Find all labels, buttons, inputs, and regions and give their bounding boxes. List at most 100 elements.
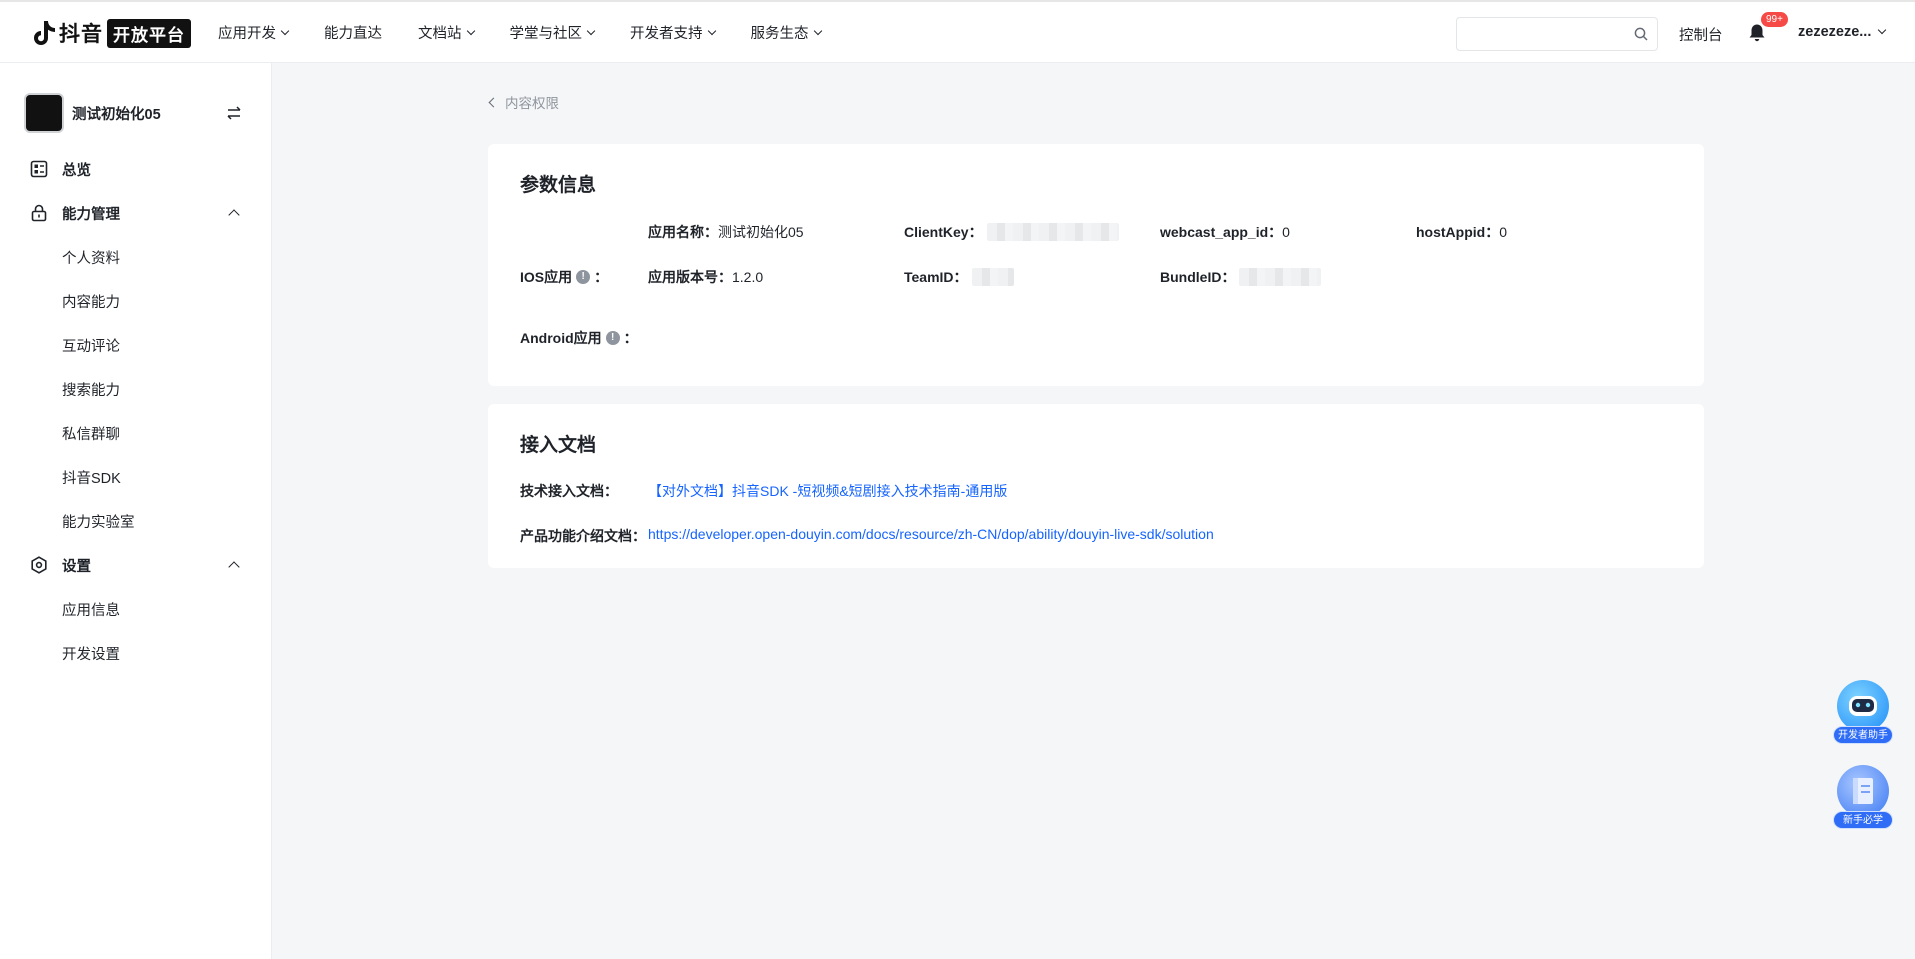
username: zezezeze...	[1798, 24, 1872, 40]
search-box	[1456, 17, 1658, 51]
nav-ecosystem[interactable]: 服务生态	[750, 22, 822, 43]
info-icon[interactable]: !	[605, 331, 620, 345]
sidebar-item-private-group-chat[interactable]: 私信群聊	[0, 411, 272, 455]
nav-app-dev[interactable]: 应用开发	[218, 22, 290, 43]
robot-icon	[1837, 680, 1889, 732]
app-header: 测试初始化05	[24, 93, 161, 133]
docs-card: 接入文档 技术接入文档： 【对外文档】抖音SDK -短视频&短剧接入技术指南-通…	[488, 404, 1704, 568]
top-navbar: 抖音 开放平台 应用开发 能力直达 文档站 学堂与社区 开发者支持 服务生态 控…	[0, 0, 1915, 63]
user-menu[interactable]: zezezeze...	[1798, 24, 1887, 40]
sidebar-group-label: 设置	[62, 558, 91, 575]
developer-assistant-button[interactable]: 开发者助手	[1833, 680, 1893, 750]
search-icon[interactable]	[1634, 27, 1648, 41]
webcast-field: webcast_app_id： 0	[1160, 222, 1290, 242]
nav-dev-support[interactable]: 开发者支持	[630, 22, 716, 43]
sidebar-group-label: 能力管理	[62, 206, 120, 223]
sidebar-menu: 总览 能力管理 个人资料 内容能力 互动评论 搜索能力 私信群聊 抖音SDK 能…	[0, 147, 272, 675]
chevron-down-icon	[280, 26, 290, 35]
settings-icon	[31, 556, 47, 574]
newbie-label: 新手必学	[1833, 811, 1893, 829]
app-name-value: 测试初始化05	[718, 224, 804, 240]
sidebar-item-app-info[interactable]: 应用信息	[0, 587, 272, 631]
teamid-value-redacted	[971, 268, 1014, 286]
sidebar-item-comments[interactable]: 互动评论	[0, 323, 272, 367]
nav-academy[interactable]: 学堂与社区	[509, 22, 596, 43]
console-link[interactable]: 控制台	[1679, 24, 1723, 45]
main-nav: 应用开发 能力直达 文档站 学堂与社区 开发者支持 服务生态	[218, 2, 857, 63]
tech-doc-field: 技术接入文档：	[520, 481, 618, 501]
nav-docs[interactable]: 文档站	[418, 22, 475, 43]
clientkey-label: ClientKey：	[904, 224, 983, 240]
hostappid-field: hostAppid： 0	[1416, 222, 1507, 242]
switch-app-icon[interactable]	[226, 106, 242, 120]
clientkey-field: ClientKey：	[904, 222, 1119, 242]
chevron-down-icon	[466, 26, 475, 35]
sidebar-item-search-ability[interactable]: 搜索能力	[0, 367, 272, 411]
sidebar-item-overview[interactable]: 总览	[0, 147, 272, 191]
version-label: 应用版本号：	[648, 269, 732, 285]
app-name-field: 应用名称： 测试初始化05	[648, 222, 804, 242]
nav-label: 开发者支持	[630, 26, 703, 42]
clientkey-value-redacted	[986, 223, 1119, 241]
sidebar-item-profile[interactable]: 个人资料	[0, 235, 272, 279]
product-doc-field: 产品功能介绍文档：	[520, 526, 646, 546]
webcast-label: webcast_app_id：	[1160, 224, 1283, 240]
sidebar-item-content-ability[interactable]: 内容能力	[0, 279, 272, 323]
bell-icon[interactable]	[1748, 23, 1766, 43]
teamid-label: TeamID：	[904, 269, 968, 285]
douyin-note-icon	[34, 21, 55, 45]
newbie-guide-button[interactable]: 新手必学	[1833, 765, 1893, 835]
hostappid-value: 0	[1499, 224, 1508, 240]
params-title: 参数信息	[520, 175, 597, 196]
app-name-label: 应用名称：	[648, 224, 718, 240]
search-input[interactable]	[1457, 18, 1617, 50]
sidebar-item-lab[interactable]: 能力实验室	[0, 499, 272, 543]
nav-label: 服务生态	[750, 26, 809, 42]
version-value: 1.2.0	[732, 269, 764, 285]
sidebar-group-settings[interactable]: 设置	[0, 543, 272, 587]
bundleid-field: BundleID：	[1160, 267, 1322, 287]
nav-label: 能力直达	[324, 26, 382, 42]
sidebar-item-label: 总览	[62, 162, 91, 179]
douyin-open-platform-logo[interactable]: 抖音 开放平台	[30, 18, 191, 48]
sidebar-item-douyin-sdk[interactable]: 抖音SDK	[0, 455, 272, 499]
chevron-down-icon	[1878, 25, 1887, 35]
chevron-down-icon	[586, 26, 596, 35]
ios-label: IOS应用	[520, 269, 573, 285]
chevron-down-icon	[813, 26, 822, 35]
params-card: 参数信息 应用名称： 测试初始化05 ClientKey： webcast_ap…	[488, 144, 1704, 386]
sidebar-item-dev-settings[interactable]: 开发设置	[0, 631, 272, 675]
product-doc-label: 产品功能介绍文档：	[520, 528, 646, 544]
tech-doc-link[interactable]: 【对外文档】抖音SDK -短视频&短剧接入技术指南-通用版	[648, 481, 1007, 501]
sidebar-group-ability-management[interactable]: 能力管理	[0, 191, 272, 235]
tech-doc-label: 技术接入文档：	[520, 483, 618, 499]
bundleid-value-redacted	[1239, 268, 1322, 286]
android-label-field: Android应用 ! ：	[520, 328, 638, 348]
chevron-left-icon	[488, 97, 499, 107]
nav-label: 应用开发	[218, 26, 276, 42]
version-field: 应用版本号： 1.2.0	[648, 267, 763, 287]
webcast-value: 0	[1282, 224, 1290, 240]
app-avatar	[24, 93, 64, 133]
breadcrumb-label: 内容权限	[505, 96, 559, 111]
book-shape-icon	[1853, 778, 1873, 804]
assistant-label: 开发者助手	[1833, 726, 1893, 744]
app-name: 测试初始化05	[72, 106, 161, 123]
nav-ability[interactable]: 能力直达	[324, 22, 382, 43]
robot-face-icon	[1849, 696, 1877, 716]
chevron-up-icon[interactable]	[228, 209, 240, 221]
ios-colon: ：	[594, 269, 609, 285]
product-doc-link[interactable]: https://developer.open-douyin.com/docs/r…	[648, 526, 1214, 542]
teamid-field: TeamID：	[904, 267, 1014, 287]
sidebar: 测试初始化05 总览 能力管理 个人资料 内容能力 互动评论 搜索能力 私信群聊…	[0, 63, 272, 959]
ios-label-field: IOS应用 ! ：	[520, 267, 608, 287]
android-colon: ：	[623, 330, 638, 346]
nav-label: 文档站	[418, 26, 462, 42]
info-icon[interactable]: !	[576, 270, 591, 284]
bundleid-label: BundleID：	[1160, 269, 1236, 285]
android-label: Android应用	[520, 330, 602, 346]
logo-text: 抖音	[59, 23, 103, 46]
breadcrumb-back[interactable]: 内容权限	[488, 92, 559, 112]
nav-label: 学堂与社区	[509, 26, 583, 42]
chevron-up-icon[interactable]	[228, 561, 240, 573]
